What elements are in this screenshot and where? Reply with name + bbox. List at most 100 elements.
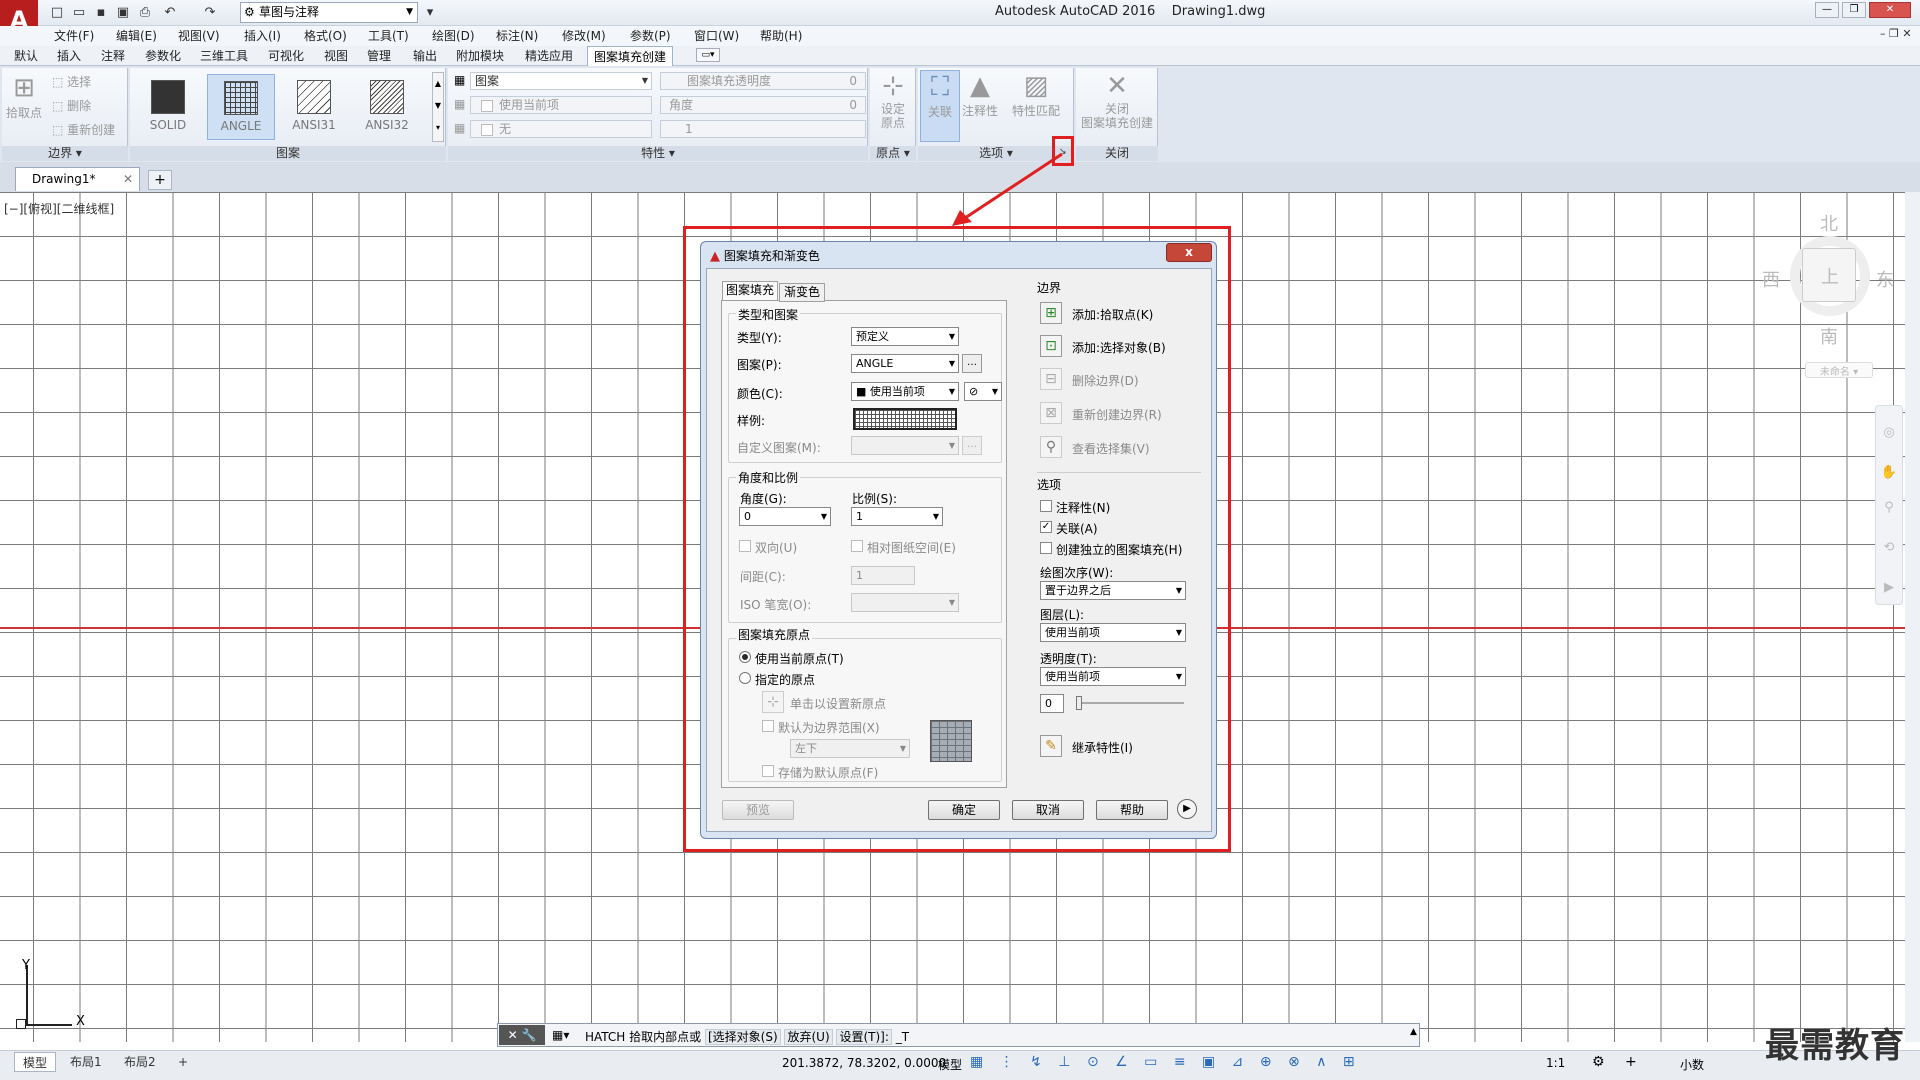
- default-extents-checkbox[interactable]: [762, 720, 774, 732]
- close-tab-icon[interactable]: ✕: [123, 168, 133, 190]
- pattern-tile-angle[interactable]: ANGLE: [207, 74, 275, 140]
- file-tab-drawing1[interactable]: Drawing1* ✕: [15, 167, 140, 191]
- showmotion-icon[interactable]: ▶: [1880, 580, 1898, 598]
- tab-hatch[interactable]: 图案填充: [722, 281, 778, 300]
- workspace-select[interactable]: ⚙ 草图与注释 ▼: [240, 2, 418, 23]
- steering-wheel-icon[interactable]: ◎: [1880, 425, 1898, 443]
- new-file-icon[interactable]: □: [47, 3, 67, 23]
- orbit-icon[interactable]: ⟲: [1880, 540, 1898, 558]
- annotation-scale[interactable]: 1:1: [1546, 1056, 1565, 1070]
- specified-origin-radio[interactable]: [739, 672, 751, 684]
- recreate-button[interactable]: ⬚ 重新创建: [52, 120, 115, 140]
- help-button[interactable]: 帮助: [1096, 800, 1168, 820]
- print-icon[interactable]: ⎙: [135, 3, 155, 23]
- use-current-origin-radio[interactable]: [739, 651, 751, 663]
- undo-icon[interactable]: ↶: [160, 3, 180, 23]
- origin-position-select[interactable]: 左下 ▼: [790, 739, 910, 758]
- close-hatch-creation-button[interactable]: ✕ 关闭 图案填充创建: [1078, 70, 1156, 130]
- inherit-properties-icon[interactable]: ✎: [1040, 735, 1062, 757]
- ribbon-tab[interactable]: 插入: [57, 46, 81, 66]
- pick-points-button[interactable]: ⊞ 拾取点: [4, 72, 44, 121]
- menu-item[interactable]: 格式(O): [304, 26, 347, 46]
- panel-title-origin[interactable]: 原点 ▾: [870, 146, 916, 161]
- ribbon-minimize-toggle[interactable]: ▭▾: [696, 48, 720, 62]
- ribbon-tab[interactable]: 输出: [413, 46, 437, 66]
- zoom-icon[interactable]: ⚲: [1880, 500, 1898, 518]
- angle-select[interactable]: 0 ▼: [739, 507, 831, 526]
- ribbon-tab[interactable]: 附加模块: [456, 46, 504, 66]
- menu-item[interactable]: 帮助(H): [760, 26, 802, 46]
- vertical-scrollbar[interactable]: [1905, 192, 1920, 1042]
- custom-browse-button[interactable]: …: [962, 436, 982, 455]
- associative-checkbox[interactable]: ✓: [1040, 521, 1052, 533]
- ribbon-tab[interactable]: 图案填充创建: [587, 46, 674, 66]
- more-options-arrow-icon[interactable]: ▶: [1177, 799, 1197, 819]
- pattern-browse-button[interactable]: …: [962, 354, 982, 373]
- workspace-switch-icons[interactable]: ⚙ +: [1592, 1054, 1645, 1070]
- panel-title-properties[interactable]: 特性 ▾: [448, 146, 868, 161]
- remove-boundaries-icon[interactable]: ⊟: [1040, 368, 1062, 390]
- select-button[interactable]: ⬚ 选择: [52, 72, 91, 92]
- command-input[interactable]: _T: [896, 1030, 909, 1044]
- pan-icon[interactable]: ✋: [1880, 465, 1898, 483]
- add-select-objects-label[interactable]: 添加:选择对象(B): [1072, 339, 1166, 356]
- viewcube[interactable]: 上: [1802, 248, 1856, 302]
- command-history-icon[interactable]: ▲: [1410, 1027, 1417, 1037]
- custom-pattern-select[interactable]: ▼: [851, 436, 959, 455]
- ribbon-tab[interactable]: 默认: [14, 46, 38, 66]
- menu-item[interactable]: 文件(F): [54, 26, 94, 46]
- pattern-scroll[interactable]: ▲ ▼ ▾: [432, 72, 444, 142]
- annotative-checkbox[interactable]: [1040, 500, 1052, 512]
- background-color-select[interactable]: ⊘ ▼: [964, 382, 1002, 401]
- hatch-type-select[interactable]: 图案 ▼: [470, 72, 652, 90]
- units-setting[interactable]: 小数: [1680, 1056, 1704, 1073]
- maximize-button[interactable]: ❐: [1842, 2, 1866, 18]
- recreate-boundary-label[interactable]: 重新创建边界(R): [1072, 406, 1162, 423]
- scale-select[interactable]: 1 ▼: [851, 507, 943, 526]
- redo-icon[interactable]: ↷: [200, 3, 220, 23]
- minimize-button[interactable]: —: [1815, 2, 1839, 18]
- transparency-slider-thumb[interactable]: [1076, 696, 1082, 710]
- new-tab-button[interactable]: +: [148, 170, 172, 190]
- spacing-input[interactable]: 1: [851, 566, 915, 585]
- menu-item[interactable]: 绘图(D): [432, 26, 475, 46]
- layout-tab-model[interactable]: 模型: [14, 1052, 57, 1072]
- add-pick-points-label[interactable]: 添加:拾取点(K): [1072, 306, 1153, 323]
- save-as-icon[interactable]: ▣: [113, 3, 133, 23]
- set-origin-button[interactable]: ⊹ 设定 原点: [873, 70, 913, 130]
- color-select[interactable]: ■ 使用当前项 ▼: [851, 382, 959, 401]
- background-color-select[interactable]: 无: [470, 120, 652, 138]
- layout-tab-2[interactable]: 布局2: [116, 1052, 164, 1072]
- pattern-tile-ansi31[interactable]: ANSI31: [280, 74, 348, 140]
- transparency-select[interactable]: 使用当前项 ▼: [1040, 667, 1186, 686]
- menu-item[interactable]: 参数(P): [630, 26, 671, 46]
- scale-field[interactable]: 1: [660, 120, 866, 138]
- transparency-value-input[interactable]: 0: [1040, 694, 1064, 713]
- ribbon-tab[interactable]: 可视化: [268, 46, 304, 66]
- ok-button[interactable]: 确定: [928, 800, 1000, 820]
- type-select[interactable]: 预定义 ▼: [851, 327, 959, 346]
- status-toggle-icons[interactable]: ▦ ⋮ ↯ ⊥ ⊙ ∠ ▭ ≡ ▣ ⊿ ⊕ ⊗ ∧ ⊞: [970, 1054, 1361, 1070]
- pattern-swatch-preview[interactable]: [853, 408, 957, 430]
- add-layout-button[interactable]: +: [170, 1052, 196, 1072]
- command-line-controls[interactable]: ✕ 🔧: [499, 1025, 545, 1045]
- store-default-checkbox[interactable]: [762, 765, 774, 777]
- menu-item[interactable]: 插入(I): [244, 26, 281, 46]
- command-option-settings[interactable]: 设置(T)]:: [836, 1029, 892, 1045]
- view-selections-label[interactable]: 查看选择集(V): [1072, 440, 1150, 457]
- menu-item[interactable]: 工具(T): [368, 26, 409, 46]
- double-checkbox[interactable]: [739, 540, 751, 552]
- menu-item[interactable]: 标注(N): [496, 26, 538, 46]
- remove-boundaries-label[interactable]: 删除边界(D): [1072, 372, 1139, 389]
- ribbon-tab[interactable]: 参数化: [145, 46, 181, 66]
- draw-order-select[interactable]: 置于边界之后 ▼: [1040, 581, 1186, 600]
- match-properties-button[interactable]: ▨ 特性匹配: [1008, 70, 1064, 119]
- pattern-tile-solid[interactable]: SOLID: [134, 74, 202, 140]
- coordinates-readout[interactable]: 201.3872, 78.3202, 0.0000: [782, 1056, 946, 1070]
- menu-item[interactable]: 修改(M): [562, 26, 606, 46]
- pattern-select[interactable]: ANGLE ▼: [851, 354, 959, 373]
- menu-item[interactable]: 视图(V): [178, 26, 220, 46]
- ribbon-tab[interactable]: 注释: [101, 46, 125, 66]
- viewport-controls[interactable]: [−][俯视][二维线框]: [4, 200, 114, 217]
- remove-button[interactable]: ⬚ 删除: [52, 96, 91, 116]
